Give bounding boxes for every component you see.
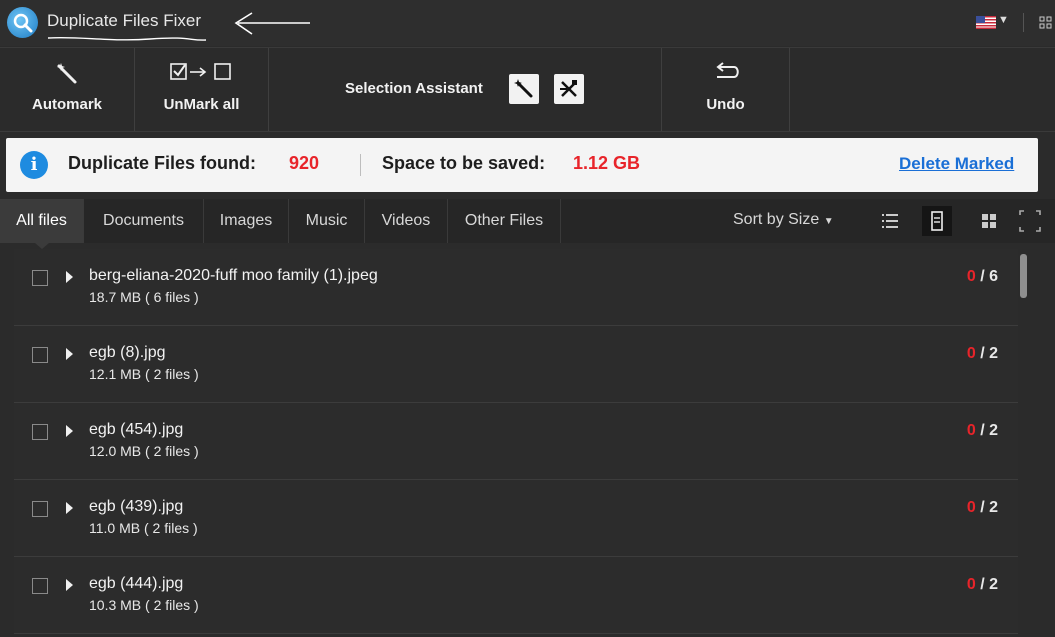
- group-file-name: berg-eliana-2020-fuff moo family (1).jpe…: [89, 267, 378, 284]
- detail-view-button[interactable]: [922, 206, 952, 236]
- tab-all-files[interactable]: All files: [0, 199, 84, 243]
- group-file-meta: 10.3 MB ( 2 files ): [89, 597, 199, 613]
- space-saved-value: 1.12 GB: [573, 153, 641, 173]
- list-item[interactable]: egb (8).jpg 12.1 MB ( 2 files ) 0 / 2: [14, 326, 1018, 403]
- group-checkbox[interactable]: [32, 347, 48, 363]
- selection-assistant-wand-button[interactable]: [509, 74, 539, 104]
- list-view-icon: [882, 214, 898, 228]
- list-item[interactable]: egb (454).jpg 12.0 MB ( 2 files ) 0 / 2: [14, 403, 1018, 480]
- group-mark-count: 0 / 2: [967, 345, 998, 363]
- expand-arrow-icon[interactable]: [66, 579, 73, 591]
- summary-divider: [360, 154, 361, 176]
- tab-other-files[interactable]: Other Files: [448, 199, 561, 243]
- list-item[interactable]: egb (439).jpg 11.0 MB ( 2 files ) 0 / 2: [14, 480, 1018, 557]
- expand-arrow-icon[interactable]: [66, 271, 73, 283]
- marked-count: 0: [966, 576, 976, 593]
- unmark-all-button[interactable]: UnMark all: [135, 48, 269, 131]
- group-mark-count: 0 / 6: [967, 268, 998, 286]
- caret-down-icon: ▼: [823, 216, 834, 227]
- undo-arrow-icon: [715, 62, 739, 78]
- expand-icon: [1019, 210, 1041, 232]
- tab-music[interactable]: Music: [289, 199, 365, 243]
- sort-dropdown[interactable]: Sort by Size ▼: [733, 211, 834, 229]
- magic-wand-icon: [514, 79, 533, 98]
- tools-icon: [560, 80, 577, 97]
- info-icon: i: [20, 151, 48, 179]
- group-file-name: egb (444).jpg: [89, 575, 184, 592]
- marked-count: 0: [966, 422, 976, 439]
- duplicate-groups-list: berg-eliana-2020-fuff moo family (1).jpe…: [14, 249, 1018, 637]
- space-saved-label: Space to be saved:: [382, 153, 546, 173]
- undo-button[interactable]: Undo: [662, 48, 790, 131]
- selection-assistant-group: Selection Assistant: [269, 48, 662, 131]
- list-item[interactable]: berg-eliana-2020-fuff moo family (1).jpe…: [14, 249, 1018, 326]
- chevron-down-icon[interactable]: ▼: [998, 14, 1009, 26]
- group-mark-count: 0 / 2: [967, 422, 998, 440]
- group-file-meta: 12.0 MB ( 2 files ): [89, 443, 199, 459]
- group-mark-count: 0 / 2: [967, 576, 998, 594]
- fullscreen-button[interactable]: [1016, 206, 1044, 236]
- duplicates-found-value: 920: [289, 153, 320, 173]
- duplicates-found-label: Duplicate Files found:: [68, 153, 257, 173]
- group-checkbox[interactable]: [32, 578, 48, 594]
- selection-assistant-label: Selection Assistant: [345, 80, 483, 97]
- annotation-scribble: [47, 12, 310, 41]
- checkbox-arrow-icon: [169, 63, 231, 80]
- marked-count: 0: [966, 345, 976, 362]
- delete-marked-link[interactable]: Delete Marked: [899, 154, 1014, 174]
- expand-arrow-icon[interactable]: [66, 348, 73, 360]
- total-count: / 6: [980, 268, 998, 285]
- group-mark-count: 0 / 2: [967, 499, 998, 517]
- app-logo-icon: [7, 7, 38, 38]
- summary-bar: i Duplicate Files found: 920 Space to be…: [6, 138, 1038, 192]
- group-file-meta: 18.7 MB ( 6 files ): [89, 289, 199, 305]
- automark-label: Automark: [31, 96, 102, 113]
- expand-arrow-icon[interactable]: [66, 502, 73, 514]
- list-scrollbar[interactable]: [1018, 249, 1032, 637]
- group-file-meta: 11.0 MB ( 2 files ): [89, 520, 198, 536]
- tab-documents[interactable]: Documents: [84, 199, 204, 243]
- marked-count: 0: [966, 268, 976, 285]
- tab-images[interactable]: Images: [204, 199, 289, 243]
- tab-videos[interactable]: Videos: [365, 199, 448, 243]
- sort-label: Sort by Size: [733, 211, 820, 228]
- us-flag-icon[interactable]: [976, 16, 996, 29]
- scrollbar-thumb[interactable]: [1020, 254, 1027, 298]
- unmark-all-label: UnMark all: [163, 96, 240, 113]
- grid-view-icon: [982, 214, 996, 228]
- titlebar-divider: [1023, 13, 1024, 32]
- list-view-button[interactable]: [876, 206, 906, 236]
- menu-grid-icon[interactable]: [1039, 16, 1053, 30]
- group-file-name: egb (439).jpg: [89, 498, 184, 515]
- total-count: / 2: [980, 576, 998, 593]
- list-item[interactable]: egb (444).jpg 10.3 MB ( 2 files ) 0 / 2: [14, 557, 1018, 634]
- undo-label: Undo: [706, 96, 745, 113]
- group-file-name: egb (454).jpg: [89, 421, 184, 438]
- group-checkbox[interactable]: [32, 424, 48, 440]
- detail-view-icon: [931, 211, 943, 231]
- expand-arrow-icon[interactable]: [66, 425, 73, 437]
- toolbar: Automark UnMark all Selection Assistant: [0, 47, 1055, 132]
- magic-wand-icon: [57, 63, 77, 84]
- group-file-name: egb (8).jpg: [89, 344, 166, 361]
- group-checkbox[interactable]: [32, 501, 48, 517]
- total-count: / 2: [980, 345, 998, 362]
- marked-count: 0: [966, 499, 976, 516]
- grid-view-button[interactable]: [974, 206, 1004, 236]
- title-bar: Duplicate Files Fixer ▼: [0, 0, 1055, 46]
- total-count: / 2: [980, 422, 998, 439]
- total-count: / 2: [980, 499, 998, 516]
- group-checkbox[interactable]: [32, 270, 48, 286]
- automark-button[interactable]: Automark: [0, 48, 135, 131]
- group-file-meta: 12.1 MB ( 2 files ): [89, 366, 199, 382]
- selection-assistant-tools-button[interactable]: [554, 74, 584, 104]
